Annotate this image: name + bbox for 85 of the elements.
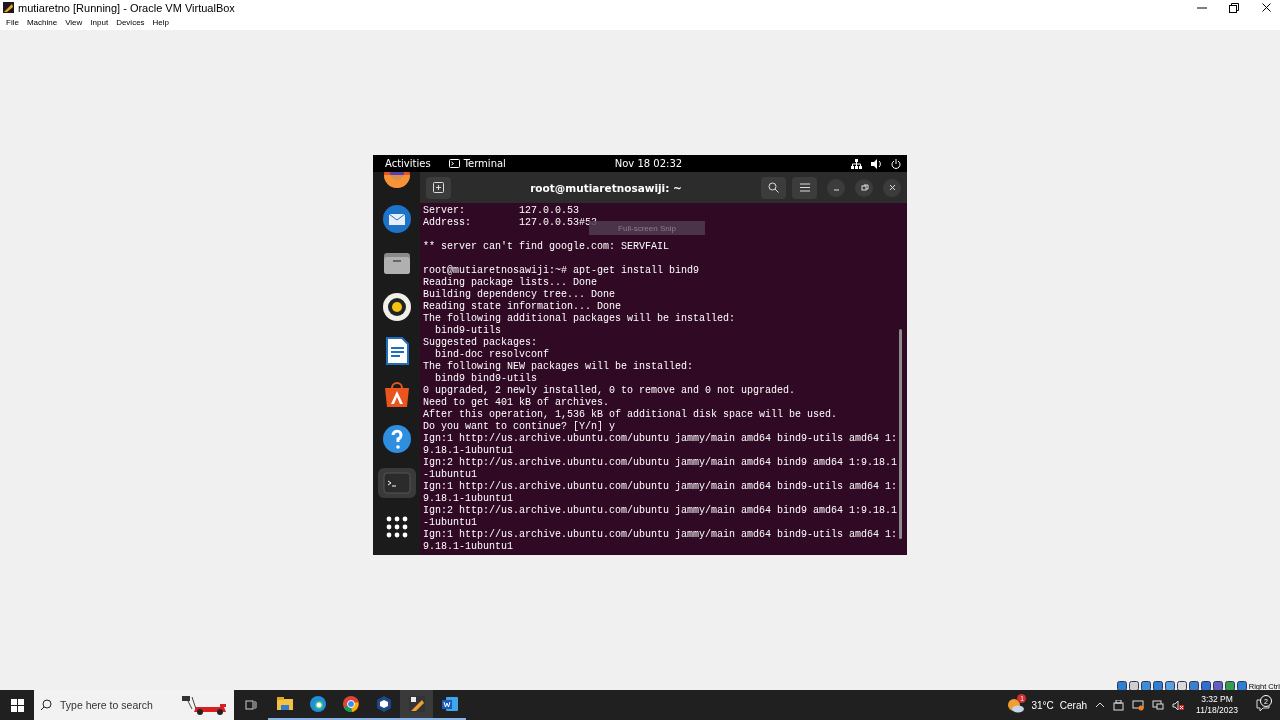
meet-icon[interactable]: [1113, 699, 1125, 711]
clock-text: Nov 18 02:32: [614, 158, 683, 169]
activities-button[interactable]: Activities: [385, 158, 431, 169]
restore-button[interactable]: [855, 178, 873, 197]
terminal-line: bind9 bind9-utils: [434, 373, 538, 385]
weather-icon: [1007, 697, 1026, 713]
terminal-icon: [448, 159, 460, 168]
menu-item[interactable]: View: [61, 18, 87, 27]
terminal-line: bind9-utils: [434, 325, 501, 337]
menu-item[interactable]: Devices: [112, 18, 149, 27]
minimize-icon: [1197, 6, 1207, 9]
menu-item[interactable]: Input: [86, 18, 113, 27]
search-field[interactable]: Type here to search: [60, 699, 160, 711]
new-tab-button[interactable]: [426, 176, 451, 199]
weather-condition-text: Cerah: [1059, 699, 1088, 711]
restore-icon: [1229, 2, 1239, 13]
terminal-title: root@mutiaretnosawiji: ~: [529, 181, 683, 194]
terminal-line: 9.18.1-1ubuntu1: [423, 445, 513, 457]
network-icon[interactable]: [851, 158, 862, 169]
word-icon: [440, 695, 459, 713]
scrollbar-thumb[interactable]: [899, 329, 902, 539]
terminal-line: The following additional packages will be installed:: [423, 313, 736, 325]
app-menu-button[interactable]: Terminal: [448, 158, 506, 169]
volume-icon[interactable]: [871, 158, 882, 169]
browser-icon: [341, 695, 360, 713]
clock[interactable]: 3:32 PM 11/18/2023: [1192, 694, 1242, 716]
terminal-line: Do you want to continue? [Y/n] y: [423, 421, 616, 433]
terminal-line: Building dependency tree... Done: [423, 289, 616, 301]
mail-icon: [381, 204, 412, 234]
notification-icon: [1256, 698, 1270, 712]
help-icon: [381, 424, 412, 454]
terminal-line: Address: 127.0.0.53#53: [423, 217, 598, 229]
cube-icon: [374, 695, 393, 713]
monitor-icon[interactable]: [1132, 699, 1145, 711]
terminal-line: Ign:1 http://us.archive.ubuntu.com/ubuntu jammy/main amd64 bind9-utils amd64 1:: [423, 529, 898, 541]
search-icon: [40, 699, 52, 711]
terminal-line: ** server can't find google.com: SERVFAIL: [423, 241, 670, 253]
menu-icon: [799, 183, 810, 192]
search-button[interactable]: [761, 176, 786, 199]
browser-icon: [308, 695, 327, 713]
close-icon: [887, 183, 897, 192]
terminal-line: Ign:1 http://us.archive.ubuntu.com/ubuntu jammy/main amd64 bind9-utils amd64 1:: [423, 433, 898, 445]
terminal-line: Reading package lists... Done: [423, 277, 598, 289]
terminal-line: Need to get 401 kB of archives.: [423, 397, 610, 409]
menu-item[interactable]: File: [2, 18, 23, 27]
terminal-line: Reading state information... Done: [423, 301, 622, 313]
terminal-line: -1ubuntu1: [423, 469, 477, 481]
time-text: 3:32 PM: [1201, 694, 1233, 705]
close-icon: [1261, 3, 1271, 12]
network-icon[interactable]: [1152, 699, 1165, 711]
music-player-icon: [381, 292, 412, 322]
terminal-line: 9.18.1-1ubuntu1: [423, 541, 513, 553]
menu-button[interactable]: [792, 176, 817, 199]
app-logo-icon: [3, 2, 14, 13]
terminal-line: bind-doc resolvconf: [434, 349, 550, 361]
terminal-line: The following NEW packages will be installed:: [423, 361, 694, 373]
terminal-line: Ign:1 http://us.archive.ubuntu.com/ubuntu jammy/main amd64 bind9-utils amd64 1:: [423, 481, 898, 493]
taskbar-app[interactable]: [400, 690, 433, 720]
terminal-line: 9.18.1-1ubuntu1: [423, 493, 513, 505]
terminal-line: 0 upgraded, 2 newly installed, 0 to remove and 0 not upgraded.: [423, 385, 796, 397]
menu-item[interactable]: Machine: [22, 18, 62, 27]
terminal-line: root@mutiaretnosawiji:~# apt-get install bind9: [423, 265, 700, 277]
chevron-up-icon[interactable]: [1095, 701, 1106, 709]
windows-logo-icon: [10, 698, 24, 712]
task-view-icon: [245, 699, 257, 711]
power-icon[interactable]: [891, 158, 901, 169]
new-tab-icon: [433, 182, 444, 193]
terminal-line: Ign:2 http://us.archive.ubuntu.com/ubuntu jammy/main amd64 bind9 amd64 1:9.18.1: [423, 457, 898, 469]
search-icon: [768, 182, 779, 193]
restore-icon: [859, 183, 869, 192]
folder-icon: [275, 695, 294, 713]
terminal-line: After this operation, 1,536 kB of additional disk space will be used.: [423, 409, 838, 421]
menu-item[interactable]: Help: [148, 18, 174, 27]
terminal-line: Suggested packages:: [423, 337, 538, 349]
terminal-line: Ign:2 http://us.archive.ubuntu.com/ubuntu jammy/main amd64 bind9 amd64 1:9.18.1: [423, 505, 898, 517]
terminal-line: Server: 127.0.0.53: [423, 205, 580, 217]
window-title: mutiaretno [Running] - Oracle VM VirtualBox: [18, 1, 236, 14]
temperature-text: 31°C: [1031, 699, 1054, 711]
date-text: 11/18/2023: [1196, 705, 1238, 716]
terminal-line: -1ubuntu1: [423, 517, 477, 529]
close-button[interactable]: [883, 178, 901, 197]
race-car-drawing: [180, 695, 228, 715]
volume-muted-icon[interactable]: [1172, 699, 1185, 711]
minimize-button[interactable]: [827, 178, 845, 197]
vm-icon: [407, 695, 426, 713]
